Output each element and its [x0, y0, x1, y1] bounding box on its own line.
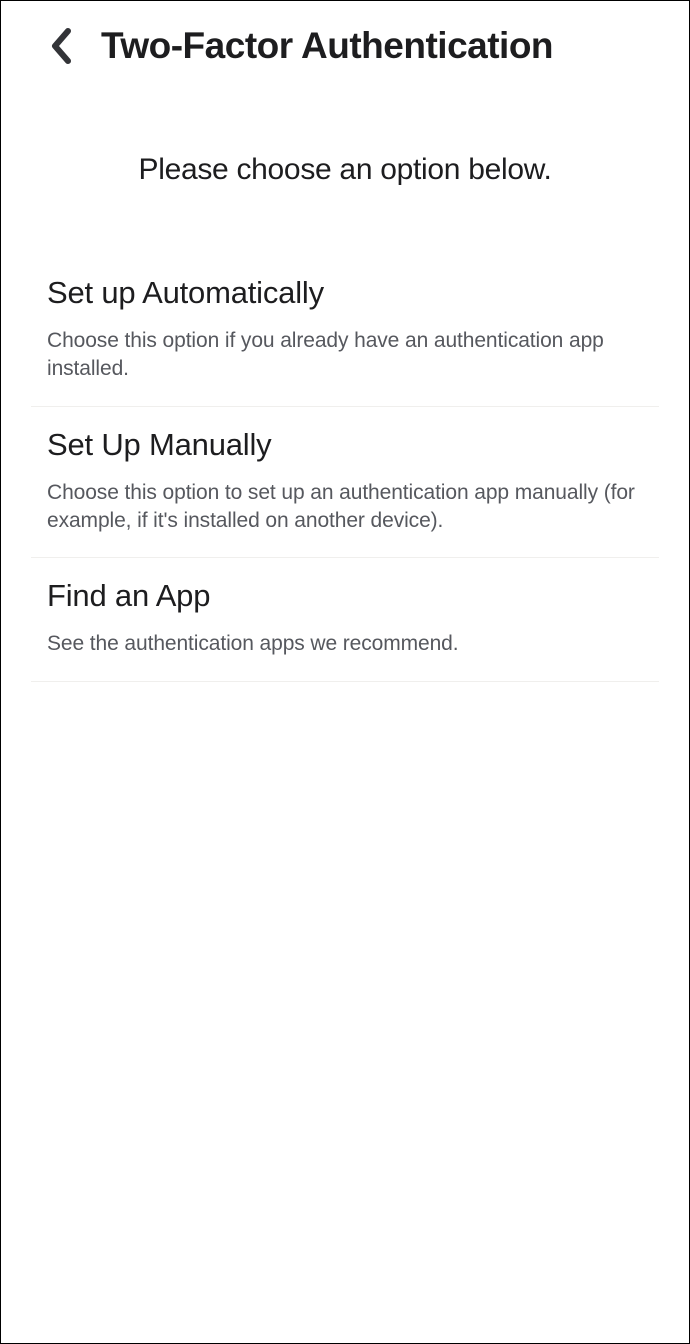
- option-title: Set up Automatically: [47, 275, 643, 311]
- option-setup-manually[interactable]: Set Up Manually Choose this option to se…: [31, 407, 659, 559]
- back-icon[interactable]: [47, 26, 77, 66]
- option-description: See the authentication apps we recommend…: [47, 630, 643, 658]
- option-description: Choose this option if you already have a…: [47, 327, 643, 384]
- option-description: Choose this option to set up an authenti…: [47, 479, 643, 536]
- option-find-app[interactable]: Find an App See the authentication apps …: [31, 558, 659, 681]
- header: Two-Factor Authentication: [1, 1, 689, 91]
- page-title: Two-Factor Authentication: [101, 25, 553, 67]
- option-title: Find an App: [47, 578, 643, 614]
- option-setup-automatically[interactable]: Set up Automatically Choose this option …: [31, 255, 659, 407]
- page-subtitle: Please choose an option below.: [1, 153, 689, 187]
- option-title: Set Up Manually: [47, 427, 643, 463]
- option-list: Set up Automatically Choose this option …: [1, 255, 689, 682]
